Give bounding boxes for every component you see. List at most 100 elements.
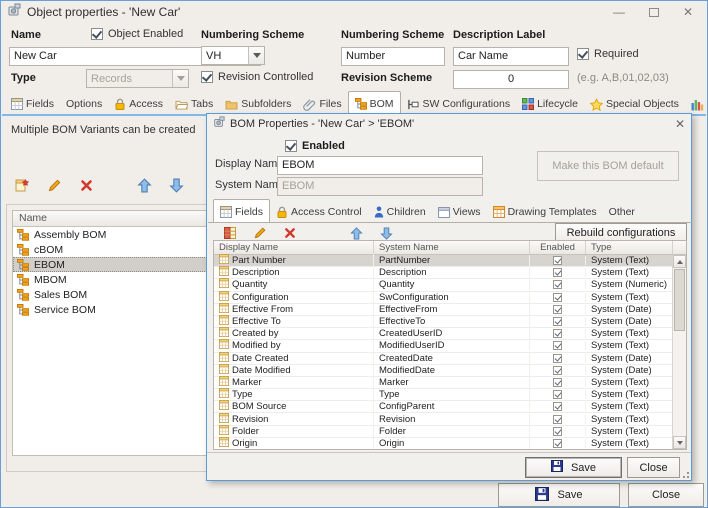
window-titlebar: Object properties - 'New Car' — ✕ xyxy=(1,1,707,23)
numbering-scheme-combo[interactable] xyxy=(201,46,265,65)
display-name-input[interactable] xyxy=(277,156,483,175)
edit-bom-button[interactable] xyxy=(43,176,65,194)
sw-config-icon xyxy=(407,99,420,110)
bom-tree-icon xyxy=(17,289,29,301)
enabled-checkbox-icon[interactable] xyxy=(553,390,562,399)
floppy-icon xyxy=(551,460,563,475)
description-label-input[interactable] xyxy=(453,47,569,66)
main-close-button[interactable]: Close xyxy=(628,483,704,507)
table-orange-icon xyxy=(493,206,505,218)
minimize-icon[interactable]: — xyxy=(613,6,625,18)
tab-views[interactable]: Views xyxy=(432,201,487,223)
type-combo xyxy=(86,69,189,88)
enabled-checkbox-icon[interactable] xyxy=(553,402,562,411)
bom-info-text: Multiple BOM Variants can be created xyxy=(11,124,195,136)
required-checkbox[interactable]: Required xyxy=(577,48,639,60)
tab-special-objects[interactable]: Special Objects xyxy=(584,93,685,115)
tab-fields[interactable]: Fields xyxy=(213,199,270,223)
field-table-icon xyxy=(219,303,229,316)
field-table-icon xyxy=(219,327,229,340)
enabled-checkbox-icon[interactable] xyxy=(553,378,562,387)
tab-sw-configurations[interactable]: SW Configurations xyxy=(401,93,517,115)
enabled-checkbox-icon[interactable] xyxy=(553,427,562,436)
scroll-up-icon[interactable] xyxy=(673,255,686,268)
window-title: Object properties - 'New Car' xyxy=(27,5,180,19)
chevron-down-icon[interactable] xyxy=(248,47,264,64)
scroll-down-icon[interactable] xyxy=(673,436,686,449)
object-enabled-checkbox[interactable]: Object Enabled xyxy=(91,28,183,40)
app-icon xyxy=(213,115,225,133)
enabled-checkbox[interactable]: Enabled xyxy=(285,140,345,152)
dialog-save-button[interactable]: Save xyxy=(525,457,622,478)
enabled-checkbox-icon[interactable] xyxy=(553,329,562,338)
tab-subfolders[interactable]: Subfolders xyxy=(219,93,297,115)
dialog-close-button[interactable]: Close xyxy=(627,457,680,478)
field-table-icon xyxy=(219,352,229,365)
make-default-button: Make this BOM default xyxy=(537,151,679,181)
delete-bom-button[interactable] xyxy=(75,176,97,194)
main-save-button[interactable]: Save xyxy=(498,483,620,507)
vertical-scrollbar[interactable] xyxy=(672,255,686,449)
tab-chart[interactable] xyxy=(685,93,708,115)
lifecycle-icon xyxy=(522,98,534,110)
enabled-checkbox-icon[interactable] xyxy=(553,366,562,375)
close-icon[interactable]: ✕ xyxy=(683,6,693,18)
tab-bom[interactable]: BOM xyxy=(348,91,401,115)
enabled-checkbox-icon[interactable] xyxy=(553,305,562,314)
tab-access[interactable]: Access xyxy=(108,93,169,115)
tab-lifecycle[interactable]: Lifecycle xyxy=(516,93,584,115)
field-table-icon xyxy=(219,266,229,279)
resize-grip[interactable] xyxy=(681,470,689,478)
move-down-button[interactable] xyxy=(165,176,187,194)
numbering-scheme2-label: Numbering Scheme xyxy=(341,29,444,41)
tab-drawing-templates[interactable]: Drawing Templates xyxy=(487,201,603,223)
revision-controlled-checkbox[interactable]: Revision Controlled xyxy=(201,71,313,83)
field-table-icon xyxy=(219,437,229,450)
lock-icon xyxy=(276,206,288,219)
bom-tree-icon xyxy=(17,304,29,316)
enabled-checkbox-icon[interactable] xyxy=(553,415,562,424)
checkbox-icon xyxy=(285,140,297,152)
field-table-icon xyxy=(219,291,229,304)
move-up-button[interactable] xyxy=(133,176,155,194)
chevron-down-icon xyxy=(172,70,188,87)
enabled-checkbox-icon[interactable] xyxy=(553,268,562,277)
col-display-name[interactable]: Display Name xyxy=(214,241,374,254)
description-label-label: Description Label xyxy=(453,29,545,41)
tab-options[interactable]: Options xyxy=(60,93,108,115)
tab-access-control[interactable]: Access Control xyxy=(270,201,368,223)
add-bom-button[interactable] xyxy=(11,176,33,194)
scrollbar-thumb[interactable] xyxy=(674,269,685,331)
enabled-checkbox-icon[interactable] xyxy=(553,293,562,302)
col-system-name[interactable]: System Name xyxy=(374,241,530,254)
tab-other[interactable]: Other xyxy=(603,201,641,223)
field-table-icon xyxy=(219,388,229,401)
numbering-scheme2-input[interactable] xyxy=(341,47,445,66)
floppy-icon xyxy=(535,487,549,504)
bom-properties-dialog: BOM Properties - 'New Car' > 'EBOM' ✕ En… xyxy=(206,113,692,481)
enabled-checkbox-icon[interactable] xyxy=(553,280,562,289)
revision-scheme-input[interactable] xyxy=(453,70,569,89)
enabled-checkbox-icon[interactable] xyxy=(553,439,562,448)
maximize-icon[interactable] xyxy=(649,8,659,17)
dialog-title: BOM Properties - 'New Car' > 'EBOM' xyxy=(230,118,414,130)
tab-files[interactable]: Files xyxy=(297,93,347,115)
folder-open-icon xyxy=(175,99,188,110)
col-type[interactable]: Type xyxy=(586,241,673,254)
field-row[interactable]: Origin Origin System (Text) xyxy=(214,438,686,450)
bom-tree-icon xyxy=(17,274,29,286)
dialog-titlebar: BOM Properties - 'New Car' > 'EBOM' ✕ xyxy=(207,114,691,134)
tab-children[interactable]: Children xyxy=(368,201,432,223)
checkbox-icon xyxy=(91,28,103,40)
enabled-checkbox-icon[interactable] xyxy=(553,317,562,326)
enabled-checkbox-icon[interactable] xyxy=(553,354,562,363)
enabled-checkbox-icon[interactable] xyxy=(553,256,562,265)
enabled-checkbox-icon[interactable] xyxy=(553,341,562,350)
fields-table: Display Name System Name Enabled Type Pa… xyxy=(213,240,687,450)
tab-tabs[interactable]: Tabs xyxy=(169,93,219,115)
col-enabled[interactable]: Enabled xyxy=(530,241,586,254)
person-icon xyxy=(374,206,384,218)
bom-tree-icon xyxy=(17,244,29,256)
close-icon[interactable]: ✕ xyxy=(675,118,685,130)
tab-fields[interactable]: Fields xyxy=(5,93,60,115)
